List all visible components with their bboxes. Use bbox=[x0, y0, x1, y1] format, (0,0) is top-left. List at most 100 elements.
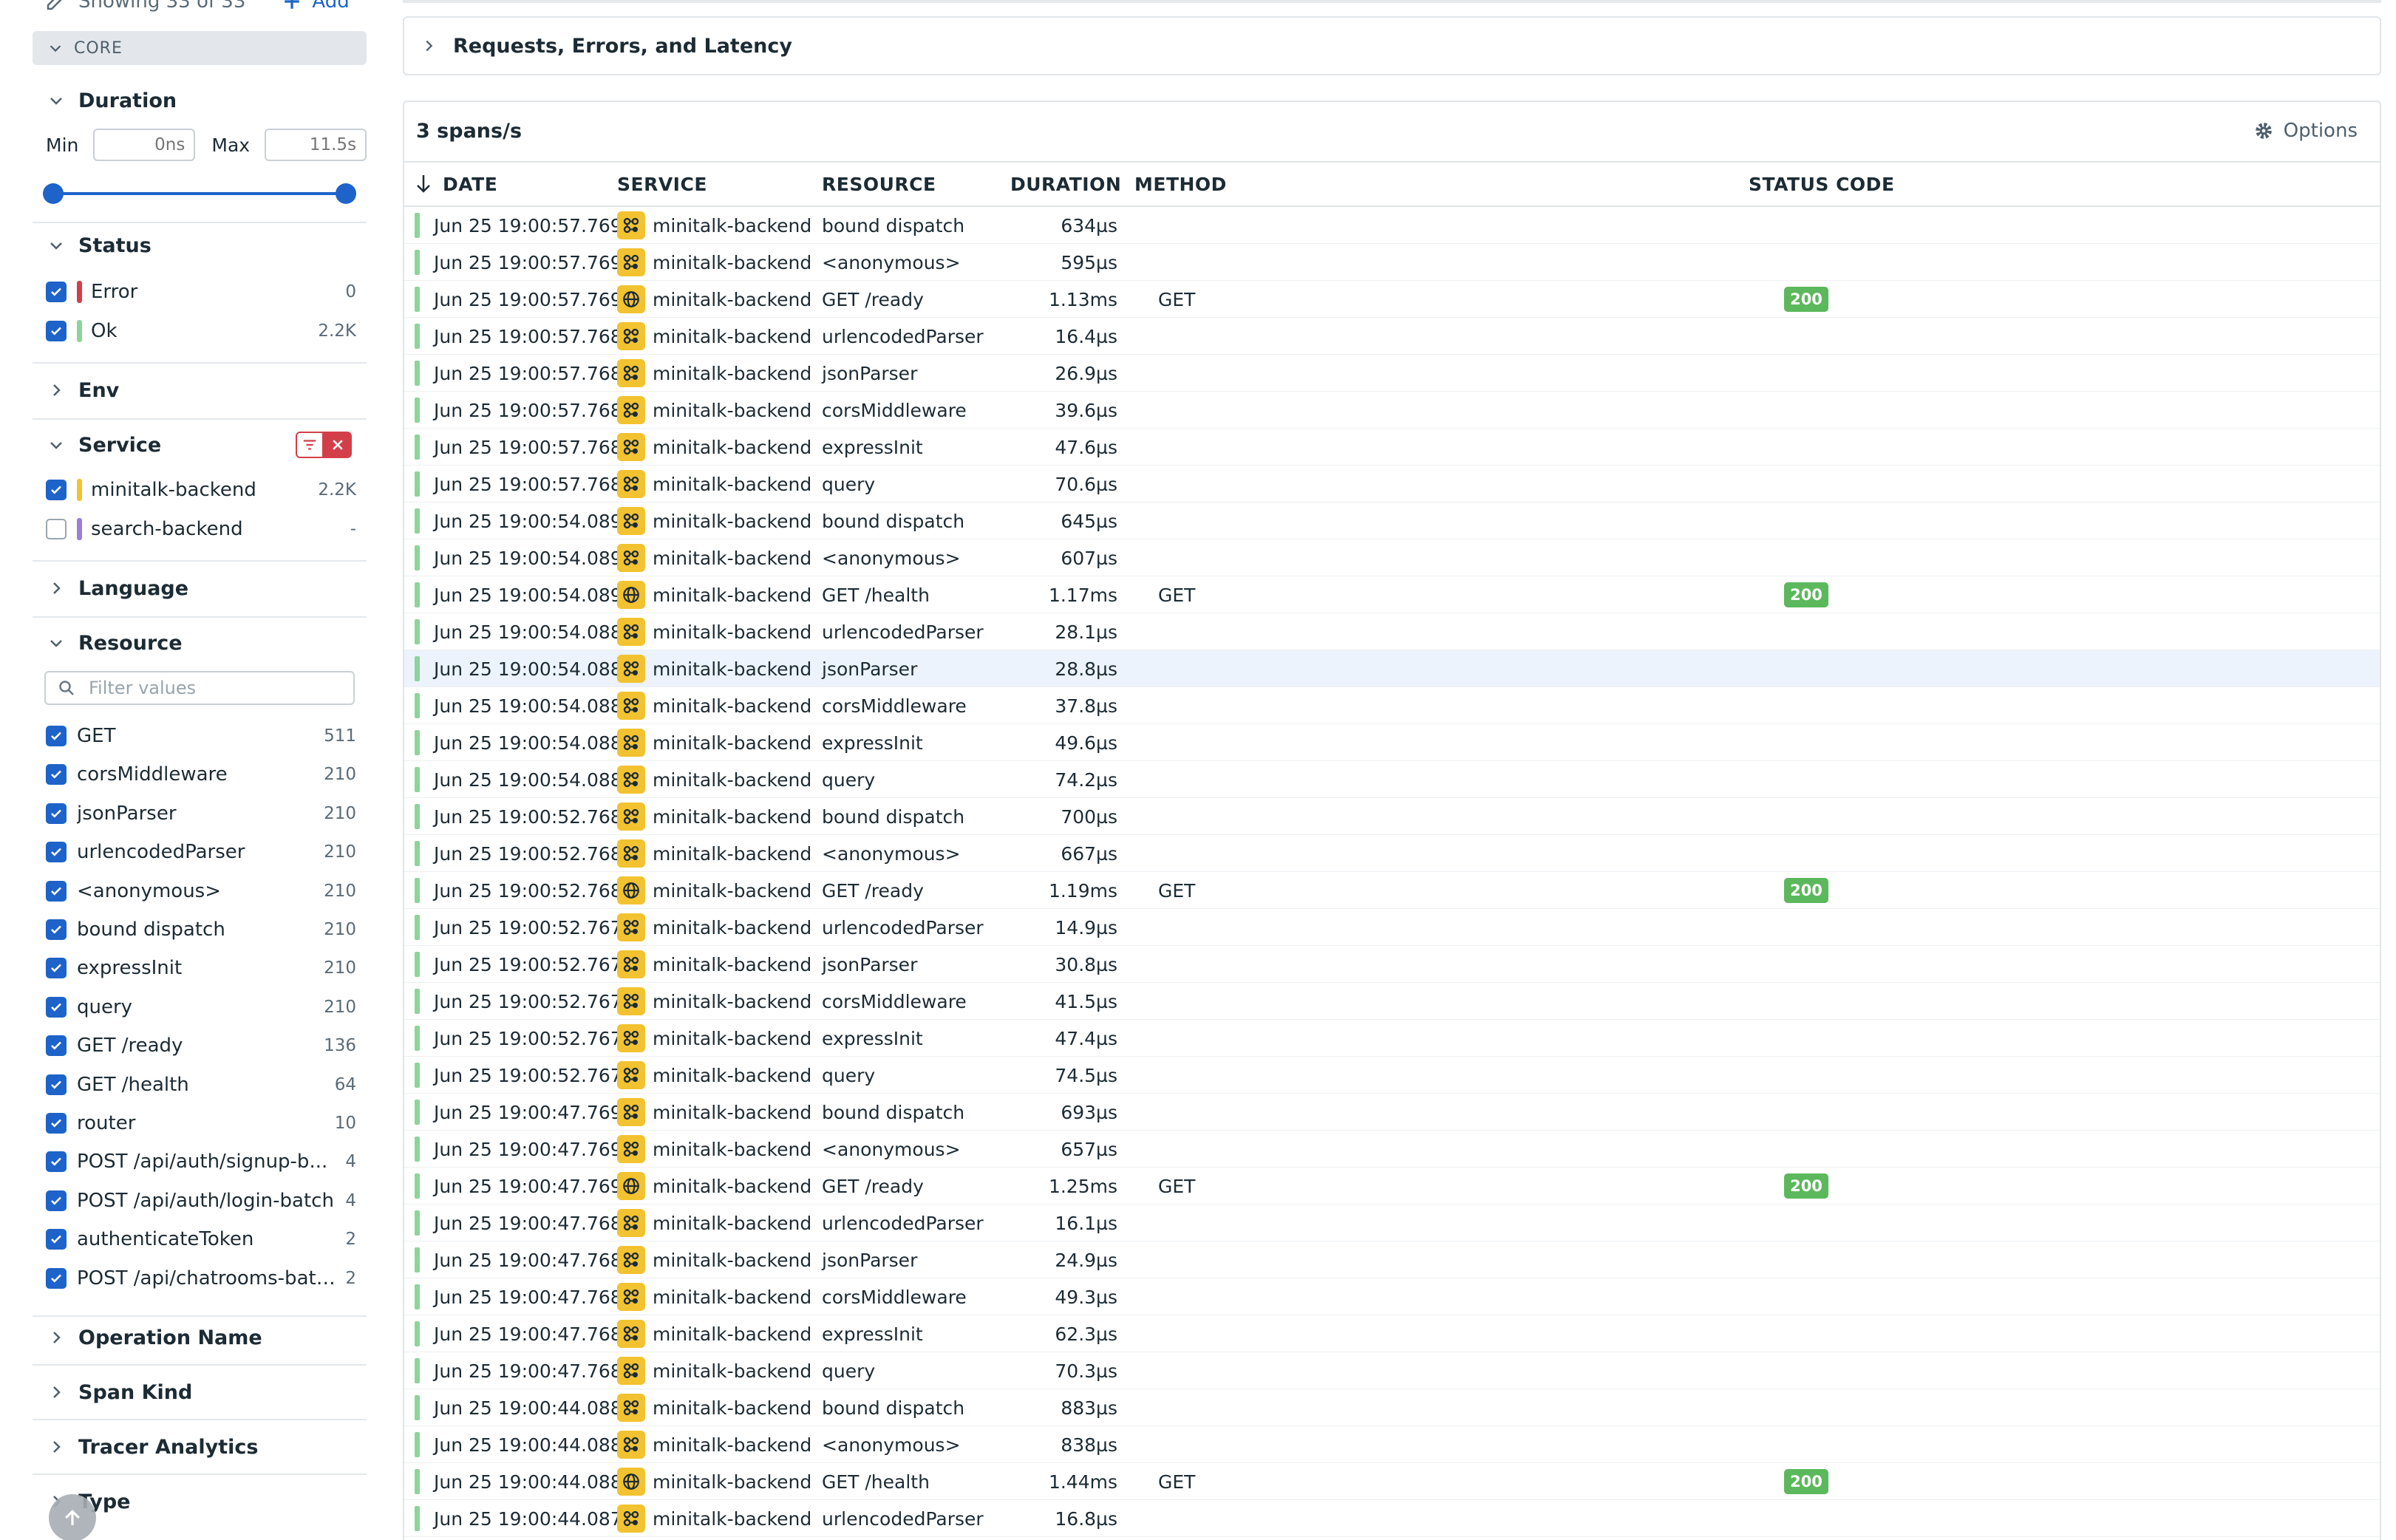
checkbox[interactable] bbox=[46, 480, 67, 500]
table-row[interactable]: Jun 25 19:00:44.088 minitalk-backend bound… bbox=[404, 1389, 2380, 1426]
checkbox[interactable] bbox=[46, 1074, 67, 1095]
column-header-duration[interactable]: DURATION bbox=[1010, 171, 1121, 197]
checkbox[interactable] bbox=[46, 1229, 67, 1250]
resource-facet-item[interactable]: bound dispatch 210 bbox=[46, 915, 356, 944]
table-row[interactable]: Jun 25 19:00:57.768 minitalk-backend urlen… bbox=[404, 318, 2380, 355]
max-duration-input[interactable] bbox=[265, 129, 367, 161]
table-row[interactable]: Jun 25 19:00:54.089 minitalk-backend GET /… bbox=[404, 576, 2380, 613]
table-row[interactable]: Jun 25 19:00:57.769 minitalk-backend <anon… bbox=[404, 244, 2380, 281]
min-duration-input[interactable] bbox=[93, 129, 196, 161]
resource-facet-item[interactable]: GET /ready 136 bbox=[46, 1031, 356, 1060]
resource-filter-input[interactable]: Filter values bbox=[44, 671, 355, 705]
table-row[interactable]: Jun 25 19:00:44.088 minitalk-backend GET /… bbox=[404, 1463, 2380, 1500]
table-row[interactable]: Jun 25 19:00:52.768 minitalk-backend <anon… bbox=[404, 835, 2380, 872]
scroll-to-top-button[interactable] bbox=[49, 1494, 96, 1540]
checkbox[interactable] bbox=[46, 1113, 67, 1134]
status-facet-error[interactable]: Error 0 bbox=[46, 277, 356, 307]
table-row[interactable]: Jun 25 19:00:47.769 minitalk-backend bound… bbox=[404, 1094, 2380, 1131]
table-row[interactable]: Jun 25 19:00:52.767 minitalk-backend urlen… bbox=[404, 909, 2380, 946]
duration-slider-track[interactable] bbox=[53, 192, 346, 195]
tracer-analytics-section-toggle[interactable]: Tracer Analytics bbox=[33, 1432, 367, 1462]
checkbox[interactable] bbox=[46, 919, 67, 940]
checkbox[interactable] bbox=[46, 726, 67, 746]
resource-facet-item[interactable]: POST /api/chatrooms-batch 2 bbox=[46, 1264, 356, 1293]
table-row[interactable]: Jun 25 19:00:47.768 minitalk-backend corsM… bbox=[404, 1278, 2380, 1315]
table-row[interactable]: Jun 25 19:00:52.767 minitalk-backend expre… bbox=[404, 1020, 2380, 1057]
column-header-date[interactable]: DATE bbox=[415, 171, 497, 197]
checkbox[interactable] bbox=[46, 282, 67, 302]
table-row[interactable]: Jun 25 19:00:57.768 minitalk-backend expre… bbox=[404, 429, 2380, 466]
resource-facet-item[interactable]: GET 511 bbox=[46, 721, 356, 751]
checkbox[interactable] bbox=[46, 1190, 67, 1211]
checkbox[interactable] bbox=[46, 880, 67, 902]
options-button[interactable]: Options bbox=[2254, 120, 2358, 142]
table-row[interactable]: Jun 25 19:00:52.768 minitalk-backend bound… bbox=[404, 798, 2380, 835]
resource-facet-item[interactable]: query 210 bbox=[46, 992, 356, 1022]
resource-facet-item[interactable]: POST /api/auth/login-batch 4 bbox=[46, 1186, 356, 1216]
table-row[interactable]: Jun 25 19:00:44.088 minitalk-backend <anon… bbox=[404, 1426, 2380, 1463]
table-row[interactable]: Jun 25 19:00:47.768 minitalk-backend query… bbox=[404, 1352, 2380, 1389]
table-row[interactable]: Jun 25 19:00:52.767 minitalk-backend corsM… bbox=[404, 983, 2380, 1020]
resource-facet-item[interactable]: urlencodedParser 210 bbox=[46, 837, 356, 867]
span-kind-section-toggle[interactable]: Span Kind bbox=[33, 1377, 367, 1407]
core-group-toggle[interactable]: CORE bbox=[33, 31, 367, 65]
column-header-status-code[interactable]: STATUS CODE bbox=[1749, 171, 1895, 197]
operation-name-section-toggle[interactable]: Operation Name bbox=[33, 1323, 367, 1352]
table-row[interactable]: Jun 25 19:00:54.088 minitalk-backend jsonP… bbox=[404, 650, 2380, 687]
table-row[interactable]: Jun 25 19:00:47.769 minitalk-backend <anon… bbox=[404, 1131, 2380, 1168]
add-facet-button[interactable]: Add bbox=[282, 0, 350, 13]
resource-facet-item[interactable]: corsMiddleware 210 bbox=[46, 760, 356, 789]
checkbox[interactable] bbox=[46, 1151, 67, 1173]
checkbox[interactable] bbox=[46, 1267, 67, 1289]
table-row[interactable]: Jun 25 19:00:47.768 minitalk-backend urlen… bbox=[404, 1205, 2380, 1241]
duration-slider-min-handle[interactable] bbox=[43, 183, 64, 204]
table-row[interactable]: Jun 25 19:00:52.768 minitalk-backend GET /… bbox=[404, 872, 2380, 909]
column-header-service[interactable]: SERVICE bbox=[617, 171, 707, 197]
service-facet-search-backend[interactable]: search-backend - bbox=[46, 514, 356, 544]
resource-facet-item[interactable]: router 10 bbox=[46, 1108, 356, 1138]
env-section-toggle[interactable]: Env bbox=[33, 375, 367, 405]
table-row[interactable]: Jun 25 19:00:52.767 minitalk-backend jsonP… bbox=[404, 946, 2380, 983]
table-row[interactable]: Jun 25 19:00:47.768 minitalk-backend expre… bbox=[404, 1315, 2380, 1352]
duration-slider-max-handle[interactable] bbox=[336, 183, 356, 204]
table-row[interactable]: Jun 25 19:00:54.089 minitalk-backend bound… bbox=[404, 502, 2380, 539]
clear-filter-button[interactable] bbox=[324, 432, 352, 458]
table-row[interactable]: Jun 25 19:00:57.769 minitalk-backend bound… bbox=[404, 207, 2380, 244]
table-row[interactable]: Jun 25 19:00:54.088 minitalk-backend corsM… bbox=[404, 687, 2380, 724]
checkbox[interactable] bbox=[46, 803, 67, 824]
resource-facet-item[interactable]: expressInit 210 bbox=[46, 953, 356, 983]
checkbox[interactable] bbox=[46, 321, 67, 341]
table-row[interactable]: Jun 25 19:00:44.087 minitalk-backend urlen… bbox=[404, 1500, 2380, 1537]
column-header-method[interactable]: METHOD bbox=[1134, 171, 1227, 197]
table-row[interactable]: Jun 25 19:00:54.088 minitalk-backend urlen… bbox=[404, 613, 2380, 650]
resource-facet-item[interactable]: jsonParser 210 bbox=[46, 799, 356, 828]
checkbox[interactable] bbox=[46, 996, 67, 1018]
duration-section-toggle[interactable]: Duration bbox=[33, 86, 367, 115]
checkbox[interactable] bbox=[46, 842, 67, 863]
requests-errors-latency-toggle[interactable]: Requests, Errors, and Latency bbox=[403, 16, 2381, 75]
table-row[interactable]: Jun 25 19:00:47.768 minitalk-backend jsonP… bbox=[404, 1241, 2380, 1278]
filter-button[interactable] bbox=[296, 432, 324, 458]
table-row[interactable]: Jun 25 19:00:57.768 minitalk-backend query… bbox=[404, 466, 2380, 502]
checkbox[interactable] bbox=[46, 764, 67, 786]
resource-section-toggle[interactable]: Resource bbox=[33, 628, 367, 658]
resource-facet-item[interactable]: POST /api/auth/signup-b... 4 bbox=[46, 1147, 356, 1176]
table-row[interactable]: Jun 25 19:00:54.088 minitalk-backend query… bbox=[404, 761, 2380, 798]
table-row[interactable]: Jun 25 19:00:54.089 minitalk-backend <anon… bbox=[404, 539, 2380, 576]
table-row[interactable]: Jun 25 19:00:57.769 minitalk-backend GET /… bbox=[404, 281, 2380, 318]
checkbox[interactable] bbox=[46, 958, 67, 979]
resource-facet-item[interactable]: GET /health 64 bbox=[46, 1070, 356, 1100]
column-header-resource[interactable]: RESOURCE bbox=[822, 171, 936, 197]
checkbox[interactable] bbox=[46, 519, 67, 539]
service-facet-minitalk-backend[interactable]: minitalk-backend 2.2K bbox=[46, 475, 356, 505]
table-row[interactable]: Jun 25 19:00:47.769 minitalk-backend GET /… bbox=[404, 1168, 2380, 1205]
status-section-toggle[interactable]: Status bbox=[33, 231, 367, 260]
checkbox[interactable] bbox=[46, 1035, 67, 1057]
resource-facet-item[interactable]: authenticateToken 2 bbox=[46, 1224, 356, 1254]
table-row[interactable]: Jun 25 19:00:57.768 minitalk-backend corsM… bbox=[404, 392, 2380, 429]
table-row[interactable]: Jun 25 19:00:57.768 minitalk-backend jsonP… bbox=[404, 355, 2380, 392]
language-section-toggle[interactable]: Language bbox=[33, 573, 367, 603]
pencil-icon[interactable] bbox=[44, 0, 67, 13]
resource-facet-item[interactable]: <anonymous> 210 bbox=[46, 876, 356, 906]
table-row[interactable]: Jun 25 19:00:54.088 minitalk-backend expre… bbox=[404, 724, 2380, 761]
